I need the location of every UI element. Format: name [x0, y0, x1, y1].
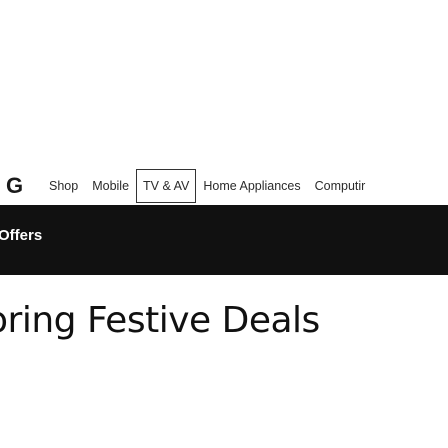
promo-headline: oring Festive Deals [0, 300, 320, 341]
offers-label[interactable]: Offers [0, 227, 42, 244]
offers-banner: Offers [0, 205, 448, 275]
nav-item-home-appliances[interactable]: Home Appliances [196, 169, 307, 203]
brand-logo[interactable]: G [6, 174, 24, 198]
nav-item-mobile[interactable]: Mobile [85, 169, 136, 203]
nav-item-tv-av[interactable]: TV & AV [136, 169, 197, 203]
main-nav: Shop Mobile TV & AV Home Appliances Comp… [49, 166, 372, 206]
top-navigation-bar: G Shop Mobile TV & AV Home Appliances Co… [0, 166, 448, 206]
nav-item-computing[interactable]: Computir [308, 169, 373, 203]
nav-item-shop[interactable]: Shop [49, 169, 85, 203]
